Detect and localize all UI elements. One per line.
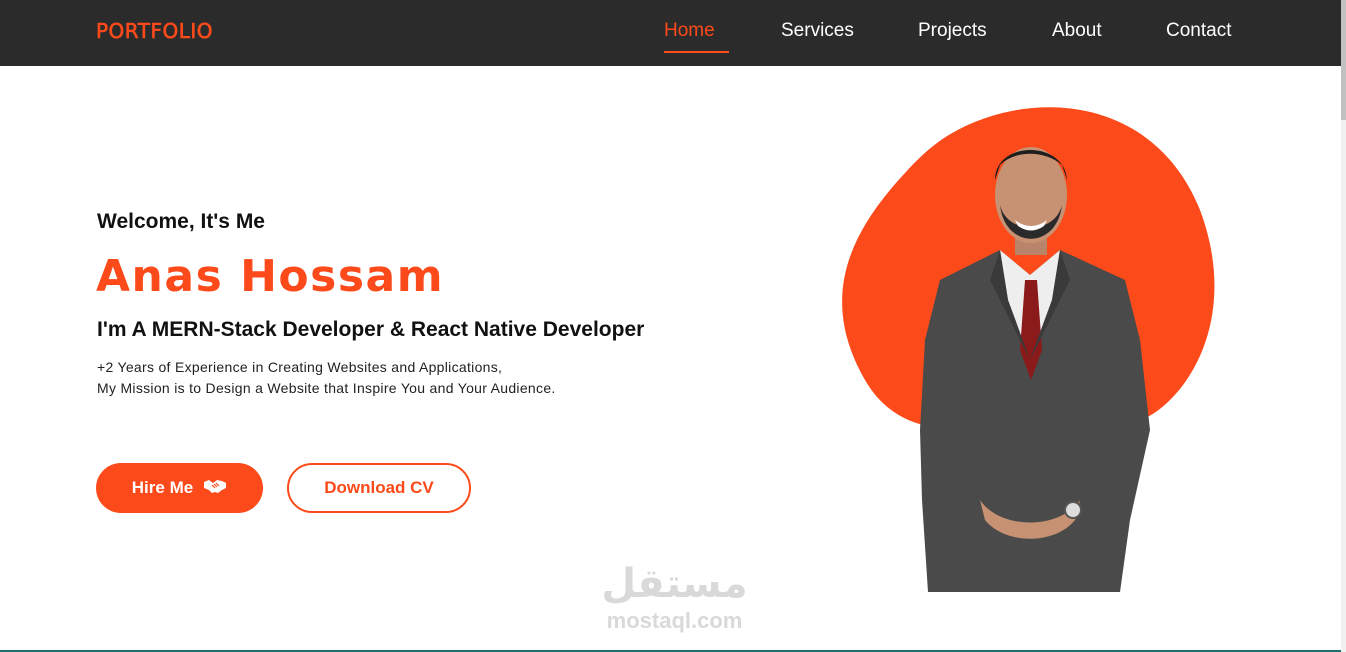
hero-greeting: Welcome, It's Me [97,210,265,233]
mostaql-watermark: مستقل mostaql.com [592,560,757,634]
nav-link-services[interactable]: Services [781,20,854,42]
nav-link-contact[interactable]: Contact [1166,20,1231,42]
hero-name: Anas Hossam [96,251,445,302]
nav-active-underline [664,20,729,53]
nav-link-about[interactable]: About [1052,20,1102,42]
nav-link-projects[interactable]: Projects [918,20,987,42]
handshake-icon [203,477,227,500]
site-logo[interactable]: PORTFOLIO [96,19,213,44]
hero-portrait [842,107,1215,592]
hire-me-button[interactable]: Hire Me [96,463,263,513]
scrollbar-thumb[interactable] [1341,0,1346,120]
top-navbar: PORTFOLIO Home Services Projects About C… [0,0,1341,66]
hero-description-line-1: +2 Years of Experience in Creating Websi… [97,359,503,375]
page-scrollbar[interactable] [1341,0,1346,652]
watermark-arabic: مستقل [601,561,748,607]
hero-role: I'm A MERN-Stack Developer & React Nativ… [97,318,645,341]
hero-description-line-2: My Mission is to Design a Website that I… [97,380,556,396]
download-cv-button[interactable]: Download CV [287,463,471,513]
watermark-latin: mostaql.com [606,608,743,633]
hire-me-label: Hire Me [131,478,194,497]
hero-description: +2 Years of Experience in Creating Websi… [97,357,556,399]
